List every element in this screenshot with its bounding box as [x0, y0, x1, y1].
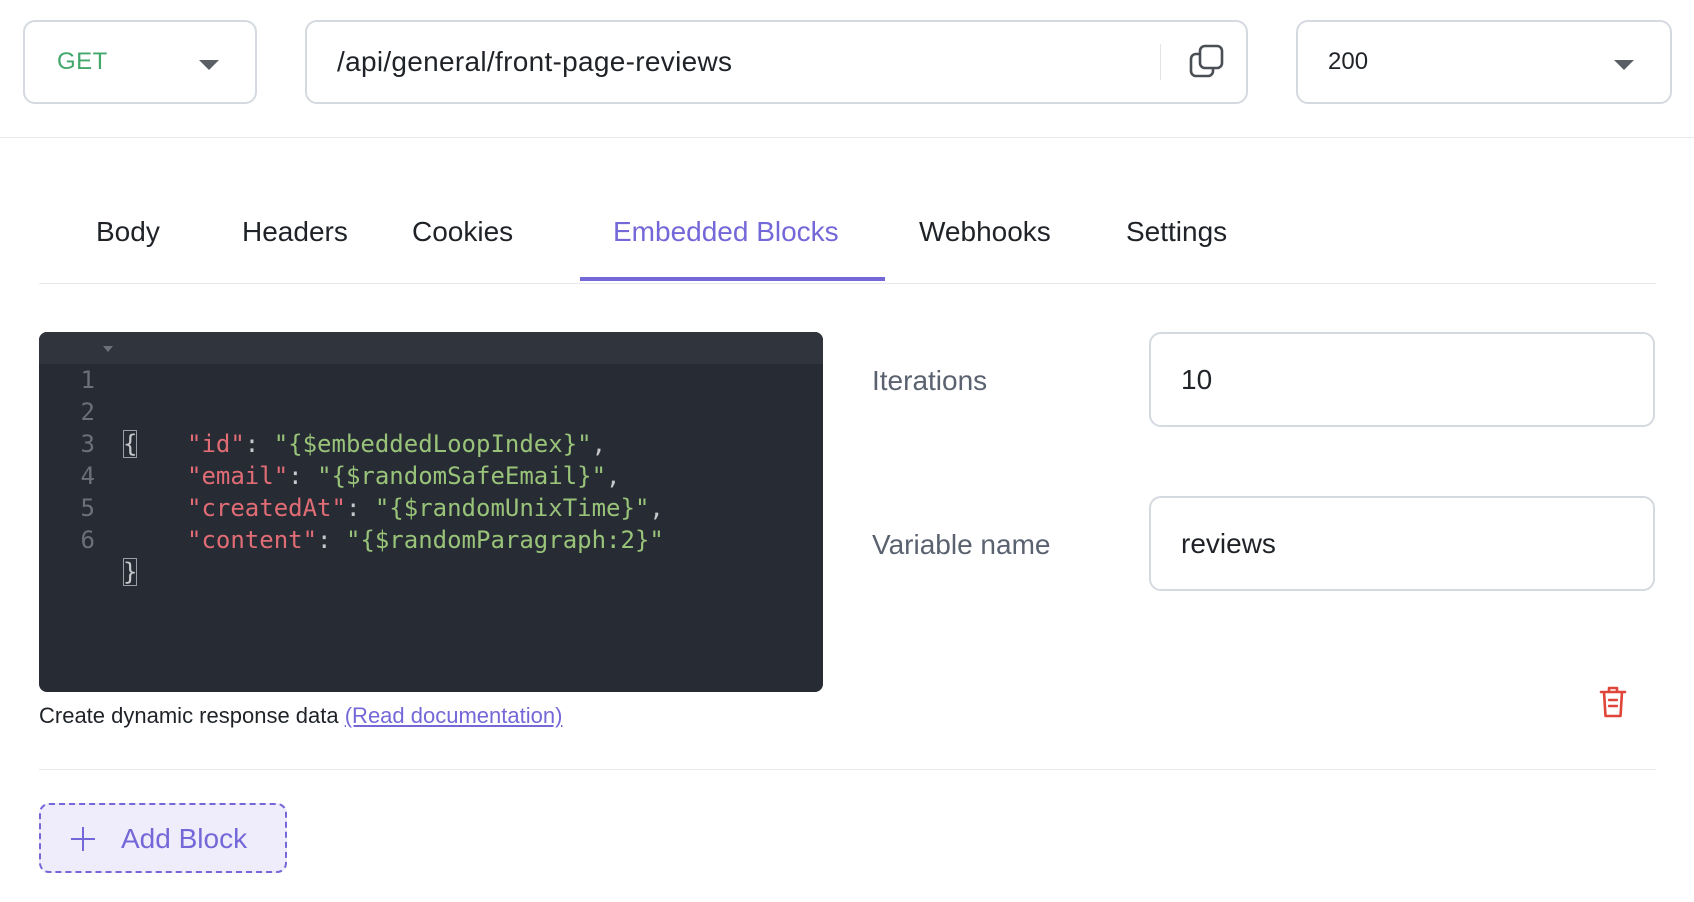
code-line: 1 {: [39, 332, 823, 458]
code-line: 4 "createdAt": "{$randomUnixTime}",: [39, 428, 823, 522]
add-block-label: Add Block: [121, 823, 248, 854]
tab-settings[interactable]: Settings: [1126, 216, 1227, 248]
close-brace: }: [123, 558, 138, 586]
json-value: "{$randomParagraph:2}": [345, 526, 664, 554]
copy-icon[interactable]: [1187, 42, 1227, 82]
tab-headers[interactable]: Headers: [242, 216, 348, 248]
path-divider: [1160, 44, 1161, 80]
chevron-down-icon: [1614, 60, 1634, 70]
add-block-button[interactable]: Add Block: [39, 803, 287, 873]
iterations-input[interactable]: [1149, 332, 1655, 427]
variable-name-label: Variable name: [872, 529, 1051, 560]
read-documentation-link[interactable]: (Read documentation): [345, 703, 563, 728]
path-input[interactable]: /api/general/front-page-reviews: [305, 20, 1248, 104]
variable-name-input[interactable]: [1149, 496, 1655, 591]
code-line: 6 }: [39, 492, 823, 586]
tab-cookies[interactable]: Cookies: [412, 216, 513, 248]
code-line: 5 "content": "{$randomParagraph:2}": [39, 460, 823, 554]
method-select[interactable]: GET: [23, 20, 257, 104]
trash-icon[interactable]: [1598, 684, 1628, 720]
fold-arrow-icon[interactable]: [103, 346, 113, 352]
block-code-editor[interactable]: 1 { 2 "id": "{$embeddedLoopIndex}", 3 "e…: [39, 332, 823, 692]
line-number: 6: [80, 526, 95, 554]
editor-helper-text: Create dynamic response data (Read docum…: [39, 703, 562, 729]
section-divider: [39, 769, 1656, 770]
method-value: GET: [57, 48, 108, 75]
code-line: 2 "id": "{$embeddedLoopIndex}",: [39, 364, 823, 458]
plus-icon: [71, 827, 95, 851]
status-select[interactable]: 200: [1296, 20, 1672, 104]
code-line: 3 "email": "{$randomSafeEmail}",: [39, 396, 823, 490]
tab-body[interactable]: Body: [96, 216, 160, 248]
json-key: "content": [187, 526, 318, 554]
tab-webhooks[interactable]: Webhooks: [919, 216, 1051, 248]
path-value: /api/general/front-page-reviews: [337, 46, 733, 77]
response-tabs: Body Headers Cookies Embedded Blocks Web…: [39, 194, 1656, 284]
tab-embedded-blocks[interactable]: Embedded Blocks: [613, 216, 839, 248]
json-colon: :: [317, 526, 346, 554]
helper-text: Create dynamic response data: [39, 703, 345, 728]
chevron-down-icon: [199, 60, 219, 70]
request-bar: GET /api/general/front-page-reviews 200: [0, 0, 1694, 138]
status-value: 200: [1328, 48, 1369, 75]
iterations-label: Iterations: [872, 365, 988, 396]
active-tab-indicator: [580, 277, 885, 281]
